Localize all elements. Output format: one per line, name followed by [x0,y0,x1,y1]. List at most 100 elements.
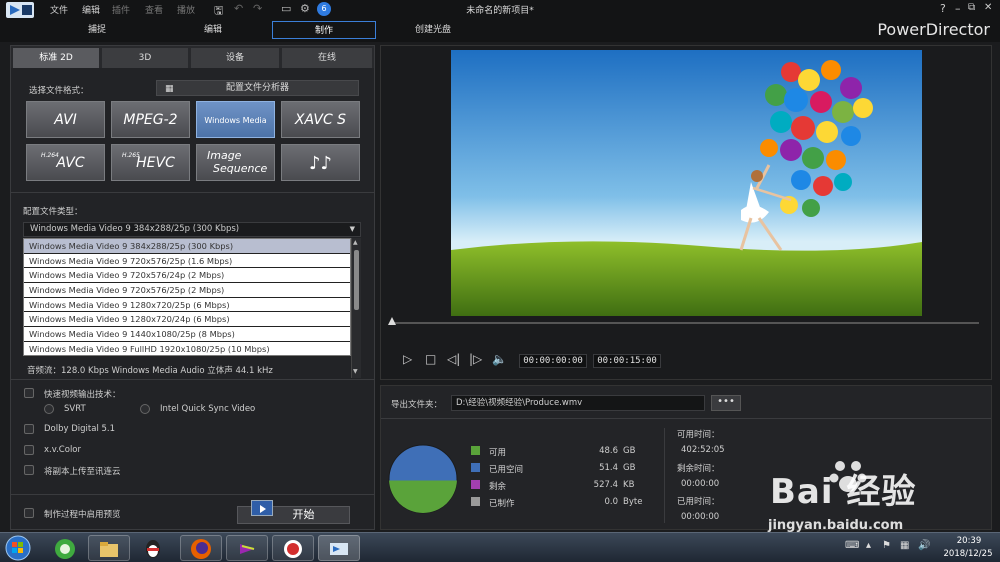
taskbar-app-recorder[interactable] [272,535,314,561]
format-avc-button[interactable]: H.264 AVC [26,144,105,181]
format-mpeg2-label: MPEG-2 [123,112,178,128]
xvcolor-checkbox[interactable] [24,445,34,455]
menu-playback[interactable]: 播放 [177,3,195,16]
upload-cloud-label: 将副本上传至讯连云 [44,467,121,477]
tab-produce[interactable]: 制作 [272,21,376,39]
taskbar-app-powerdirector[interactable] [318,535,360,561]
scrollbar-thumb[interactable] [354,250,359,310]
help-icon[interactable]: ? [940,2,946,15]
taskbar-app-360-browser[interactable] [44,535,86,561]
browse-button[interactable]: ••• [711,395,741,411]
legend-produced-label: 已制作 [489,499,515,509]
dropdown-option[interactable]: Windows Media Video 9 1440x1080/25p (8 M… [24,327,350,342]
redo-icon[interactable]: ↷ [253,2,262,15]
flag-icon[interactable]: ⚑ [882,540,891,551]
music-notes-icon: ♪♪ [309,153,332,174]
timeline-track[interactable] [391,322,979,324]
restore-icon[interactable]: ⧉ [968,2,975,13]
profile-type-select[interactable]: Windows Media Video 9 384x288/25p (300 K… [23,222,361,237]
format-windows-media-button[interactable]: Windows Media [196,101,275,138]
pie-available-slice [389,480,457,513]
format-image-line2: Sequence [213,162,268,175]
close-icon[interactable]: ✕ [984,2,992,13]
divider [664,428,665,523]
produce-play-icon[interactable] [251,500,273,516]
previous-frame-icon[interactable]: ◁| [447,352,460,366]
menu-view[interactable]: 查看 [145,3,163,16]
legend-produced-value: 0.0 [604,497,618,507]
menu-file[interactable]: 文件 [50,3,68,16]
taskbar-app-firefox[interactable] [180,535,222,561]
keyboard-icon[interactable]: ⌨ [845,540,859,551]
fast-render-checkbox[interactable] [24,388,34,398]
dropdown-scrollbar[interactable]: ▲ ▼ [351,238,361,378]
dropdown-option[interactable]: Windows Media Video 9 720x576/24p (2 Mbp… [24,268,350,284]
volume-icon[interactable]: 🔈 [492,352,507,366]
format-hevc-prefix: H.265 [122,152,140,159]
produce-settings-panel: 标准 2D 3D 设备 在线 选择文件格式： ▦ 配置文件分析器 AVI MPE… [10,45,375,530]
dropdown-option[interactable]: Windows Media Video 9 1280x720/25p (6 Mb… [24,298,350,313]
enable-preview-checkbox[interactable] [24,508,34,518]
notification-badge[interactable]: 6 [317,2,331,16]
quicksync-label: Intel Quick Sync Video [160,404,256,414]
export-folder-label: 导出文件夹： [391,400,443,410]
format-mpeg2-button[interactable]: MPEG-2 [111,101,190,138]
export-path-input[interactable]: D:\经验\视频经验\Produce.wmv [451,395,705,411]
xvcolor-label: x.v.Color [44,445,81,455]
menu-edit[interactable]: 编辑 [82,3,100,16]
profile-analyzer-button[interactable]: ▦ 配置文件分析器 [156,80,359,96]
dropdown-option[interactable]: Windows Media Video 9 FullHD 1920x1080/2… [24,342,350,357]
upload-cloud-checkbox[interactable] [24,465,34,475]
profile-analyzer-label: 配置文件分析器 [225,83,289,93]
clock-date[interactable]: 2018/12/25 [940,549,996,559]
format-image-sequence-button[interactable]: Image Sequence [196,144,275,181]
taskbar-app-explorer[interactable] [88,535,130,561]
format-avi-button[interactable]: AVI [26,101,105,138]
watermark-text: Bai 经验 [770,472,917,512]
settings-gear-icon[interactable]: ⚙ [300,2,310,15]
menu-plugins[interactable]: 插件 [112,3,130,16]
tab-online[interactable]: 在线 [282,48,372,68]
scroll-down-icon[interactable]: ▼ [353,368,358,375]
dropdown-option[interactable]: Windows Media Video 9 720x576/25p (2 Mbp… [24,283,350,298]
taskbar-app-qq[interactable] [132,535,174,561]
powerdirector-taskbar-icon [330,543,348,555]
baidu-watermark: Bai 经验 jingyan.baidu.com [740,450,990,545]
dolby-checkbox[interactable] [24,424,34,434]
legend-available-unit: GB [623,446,636,456]
folder-icon [100,542,118,557]
network-icon[interactable]: ▦ [900,540,909,551]
tab-create-disc[interactable]: 创建光盘 [395,21,471,39]
divider [11,494,374,495]
clock-time[interactable]: 20:39 [945,536,993,546]
volume-tray-icon[interactable]: 🔊 [918,540,930,551]
taskbar-app-media[interactable] [226,535,268,561]
next-frame-icon[interactable]: |▷ [469,352,482,366]
tab-capture[interactable]: 捕捉 [60,21,134,39]
format-hevc-button[interactable]: H.265 HEVC [111,144,190,181]
format-label: 选择文件格式： [29,86,89,96]
format-audio-button[interactable]: ♪♪ [281,144,360,181]
chevron-down-icon[interactable]: ▼ [350,223,355,236]
timeline-playhead[interactable] [388,317,396,325]
format-xavcs-button[interactable]: XAVC S [281,101,360,138]
minimize-icon[interactable]: – [955,2,961,15]
tab-3d[interactable]: 3D [102,48,188,68]
stop-icon[interactable]: □ [425,352,436,366]
tray-arrow-icon[interactable]: ▴ [866,540,871,551]
windows-start-icon[interactable] [4,535,32,561]
tab-standard-2d[interactable]: 标准 2D [13,48,99,68]
dropdown-option[interactable]: Windows Media Video 9 384x288/25p (300 K… [24,239,350,254]
svrt-radio[interactable] [44,404,54,414]
tab-edit[interactable]: 编辑 [175,21,251,39]
screen-icon[interactable]: ▭ [281,2,291,15]
dropdown-option[interactable]: Windows Media Video 9 1280x720/24p (6 Mb… [24,312,350,328]
play-icon[interactable]: ▷ [403,352,412,366]
divider [11,192,374,193]
quicksync-radio[interactable] [140,404,150,414]
scroll-up-icon[interactable]: ▲ [353,239,358,246]
dropdown-option[interactable]: Windows Media Video 9 720x576/25p (1.6 M… [24,254,350,269]
current-timecode: 00:00:00:00 [519,354,587,368]
undo-icon[interactable]: ↶ [234,2,243,15]
tab-device[interactable]: 设备 [191,48,279,68]
